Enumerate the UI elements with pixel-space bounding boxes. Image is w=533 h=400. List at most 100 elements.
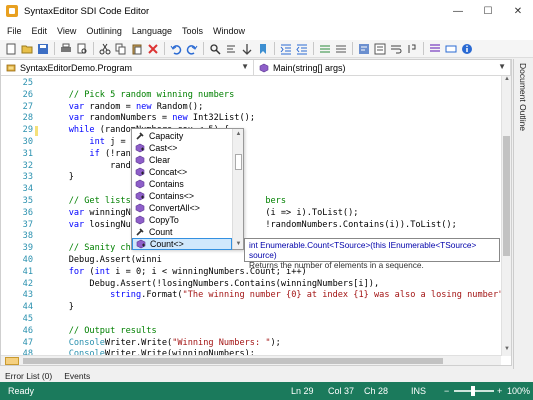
- code-line[interactable]: 30 int j = random: [1, 137, 501, 149]
- type-dropdown[interactable]: SyntaxEditorDemo.Program ▼: [1, 60, 254, 75]
- outline-icon[interactable]: [373, 42, 387, 56]
- tab-error-list[interactable]: Error List (0): [3, 371, 54, 381]
- open-icon[interactable]: [20, 42, 34, 56]
- code-area[interactable]: 25 26 // Pick 5 random winning numbers 27 …: [1, 76, 501, 356]
- zoom-slider-thumb[interactable]: [471, 386, 475, 396]
- code-line[interactable]: 45: [1, 314, 501, 326]
- close-button[interactable]: ✕: [503, 0, 533, 22]
- find-icon[interactable]: [208, 42, 222, 56]
- menu-outlining[interactable]: Outlining: [81, 26, 127, 36]
- cut-icon[interactable]: [98, 42, 112, 56]
- zoom-in-button[interactable]: +: [497, 386, 502, 396]
- line-number: 33: [22, 172, 33, 183]
- code-line[interactable]: 42 Debug.Assert(!losingNumbers.Contains(…: [1, 279, 501, 291]
- undo-icon[interactable]: [169, 42, 183, 56]
- minimize-button[interactable]: —: [443, 0, 473, 22]
- code-line[interactable]: 37 var losingNumbers !randomNumbers.Cont…: [1, 220, 501, 232]
- side-panel: Document Outline: [513, 59, 533, 369]
- code-line[interactable]: 43 string.Format("The winning number {0}…: [1, 290, 501, 302]
- print-icon[interactable]: [59, 42, 73, 56]
- document-outline-tab[interactable]: Document Outline: [518, 63, 528, 131]
- code-line[interactable]: 31 if (!randomNum: [1, 149, 501, 161]
- maximize-button[interactable]: ☐: [473, 0, 503, 22]
- copy-icon[interactable]: [114, 42, 128, 56]
- split-view-button[interactable]: [5, 357, 19, 365]
- uncomment-icon[interactable]: [334, 42, 348, 56]
- find-replace-icon[interactable]: [224, 42, 238, 56]
- paste-icon[interactable]: [130, 42, 144, 56]
- scroll-up-icon[interactable]: ▲: [502, 76, 512, 86]
- code-line[interactable]: 46 // Output results: [1, 326, 501, 338]
- code-line[interactable]: 44 }: [1, 302, 501, 314]
- parameter-info-icon[interactable]: [444, 42, 458, 56]
- completion-item[interactable]: Count<>: [132, 238, 232, 250]
- code-line[interactable]: 47 ConsoleWriter.Write("Winning Numbers:…: [1, 338, 501, 350]
- quick-info-icon[interactable]: [460, 42, 474, 56]
- completion-item[interactable]: ConvertAll<>: [132, 202, 232, 214]
- zoom-level: 100%: [507, 386, 531, 396]
- property-icon: [135, 227, 145, 237]
- completion-item[interactable]: CopyTo: [132, 214, 232, 226]
- goto-icon[interactable]: [240, 42, 254, 56]
- completion-item[interactable]: Count: [132, 226, 232, 238]
- menu-view[interactable]: View: [52, 26, 81, 36]
- delete-icon[interactable]: [146, 42, 160, 56]
- scrollbar-thumb[interactable]: [503, 136, 510, 256]
- completion-item[interactable]: Contains<>: [132, 190, 232, 202]
- completion-scrollbar[interactable]: ▲ ▼: [232, 129, 243, 249]
- tab-events[interactable]: Events: [62, 371, 92, 381]
- code-line[interactable]: 36 var winningNumbers (i => i).ToList();: [1, 208, 501, 220]
- completion-item[interactable]: Cast<>: [132, 142, 232, 154]
- completion-item[interactable]: Clear: [132, 154, 232, 166]
- comment-icon[interactable]: [318, 42, 332, 56]
- status-line: Ln 29: [291, 386, 314, 396]
- code-line[interactable]: 29 while (randomNumbers.cou < 5) {: [1, 125, 501, 137]
- code-line[interactable]: 25: [1, 78, 501, 90]
- scrollbar-thumb[interactable]: [23, 358, 443, 364]
- print-preview-icon[interactable]: [75, 42, 89, 56]
- code-line[interactable]: 27 var random = new Random();: [1, 102, 501, 114]
- vertical-scrollbar[interactable]: ▲ ▼: [501, 76, 511, 356]
- scrollbar-thumb[interactable]: [235, 154, 242, 170]
- code-editor[interactable]: SyntaxEditorDemo.Program ▼ Main(string[]…: [0, 59, 512, 366]
- new-icon[interactable]: [4, 42, 18, 56]
- line-number: 25: [22, 78, 33, 88]
- save-icon[interactable]: [36, 42, 50, 56]
- menu-file[interactable]: File: [2, 26, 27, 36]
- menu-edit[interactable]: Edit: [27, 26, 53, 36]
- code-line[interactable]: 26 // Pick 5 random winning numbers: [1, 90, 501, 102]
- menu-language[interactable]: Language: [127, 26, 177, 36]
- code-line[interactable]: 34: [1, 184, 501, 196]
- menu-tools[interactable]: Tools: [177, 26, 208, 36]
- tooltip-description: Returns the number of elements in a sequ…: [249, 260, 424, 270]
- status-insert-mode[interactable]: INS: [411, 386, 426, 396]
- list-members-icon[interactable]: [428, 42, 442, 56]
- redo-icon[interactable]: [185, 42, 199, 56]
- wrap-icon[interactable]: [389, 42, 403, 56]
- whitespace-icon[interactable]: [405, 42, 419, 56]
- code-line[interactable]: 35 // Get lists of th bers: [1, 196, 501, 208]
- status-bar: Ready Ln 29 Col 37 Ch 28 INS − + 100%: [0, 382, 533, 400]
- code-line[interactable]: 28 var randomNumbers = new Int32List();: [1, 113, 501, 125]
- horizontal-scrollbar[interactable]: [1, 355, 501, 365]
- scroll-down-icon[interactable]: ▼: [233, 239, 244, 249]
- bookmark-icon[interactable]: [256, 42, 270, 56]
- outdent-icon[interactable]: [295, 42, 309, 56]
- format-icon[interactable]: [357, 42, 371, 56]
- completion-item[interactable]: Contains: [132, 178, 232, 190]
- zoom-out-button[interactable]: −: [444, 386, 449, 396]
- completion-list[interactable]: ▲ ▼ Capacity Cast<> Clear Concat<> Contains C…: [131, 128, 244, 250]
- menu-window[interactable]: Window: [208, 26, 250, 36]
- code-line[interactable]: 32 randomNumb: [1, 161, 501, 173]
- line-number: 37: [22, 219, 33, 230]
- indent-icon[interactable]: [279, 42, 293, 56]
- code-text: }: [48, 172, 74, 183]
- completion-item[interactable]: Capacity: [132, 130, 232, 142]
- scroll-down-icon[interactable]: ▼: [502, 346, 512, 356]
- change-marker: [35, 327, 38, 337]
- scroll-up-icon[interactable]: ▲: [233, 129, 244, 139]
- toolbar-separator: [203, 42, 204, 55]
- member-dropdown[interactable]: Main(string[] args) ▼: [254, 60, 511, 75]
- code-line[interactable]: 33 }: [1, 172, 501, 184]
- completion-item[interactable]: Concat<>: [132, 166, 232, 178]
